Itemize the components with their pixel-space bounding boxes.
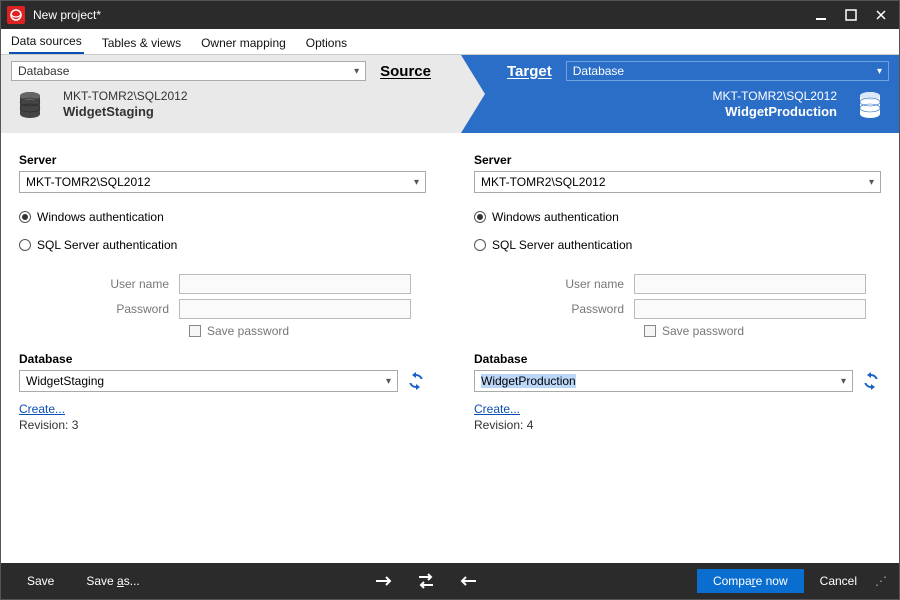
chevron-down-icon: ▾ [841, 376, 846, 387]
radio-checked-icon [19, 211, 31, 223]
body: Server MKT-TOMR2\SQL2012 ▾ Windows authe… [1, 133, 899, 563]
tab-data-sources[interactable]: Data sources [9, 30, 84, 54]
cancel-button[interactable]: Cancel [804, 569, 873, 593]
radio-unchecked-icon [474, 239, 486, 251]
source-create-link[interactable]: Create... [19, 402, 426, 416]
target-create-link[interactable]: Create... [474, 402, 881, 416]
app-icon [7, 6, 25, 24]
save-password-label: Save password [662, 324, 744, 338]
copy-left-icon[interactable] [458, 574, 478, 588]
titlebar: New project* [1, 1, 899, 29]
database-label: Database [19, 352, 426, 366]
source-target-banner: Database ▾ Source MKT-TOMR2\SQL2012 Widg… [1, 55, 899, 133]
source-auth-sql[interactable]: SQL Server authentication [19, 238, 426, 252]
tabbar: Data sources Tables & views Owner mappin… [1, 29, 899, 55]
password-label: Password [474, 302, 634, 316]
target-username-input[interactable] [634, 274, 866, 294]
source-server-combo[interactable]: MKT-TOMR2\SQL2012 ▾ [19, 171, 426, 193]
refresh-icon[interactable] [406, 371, 426, 391]
target-panel: Server MKT-TOMR2\SQL2012 ▾ Windows authe… [444, 133, 899, 563]
target-password-input[interactable] [634, 299, 866, 319]
resize-grip-icon[interactable]: ⋰ [873, 574, 889, 588]
target-database-value: WidgetProduction [481, 374, 576, 388]
checkbox-icon[interactable] [644, 325, 656, 337]
database-label: Database [474, 352, 881, 366]
source-server-value: MKT-TOMR2\SQL2012 [26, 175, 151, 189]
tab-owner-mapping[interactable]: Owner mapping [199, 32, 288, 54]
target-server-value: MKT-TOMR2\SQL2012 [481, 175, 606, 189]
source-username-input[interactable] [179, 274, 411, 294]
source-panel: Server MKT-TOMR2\SQL2012 ▾ Windows authe… [1, 133, 444, 563]
target-database-combo[interactable]: WidgetProduction ▾ [474, 370, 853, 392]
target-type-value: Database [573, 64, 624, 78]
chevron-down-icon: ▾ [869, 177, 874, 188]
chevron-down-icon: ▾ [414, 177, 419, 188]
source-database-value: WidgetStaging [26, 374, 104, 388]
maximize-button[interactable] [843, 7, 859, 23]
target-auth-sql[interactable]: SQL Server authentication [474, 238, 881, 252]
password-label: Password [19, 302, 179, 316]
radio-checked-icon [474, 211, 486, 223]
save-password-label: Save password [207, 324, 289, 338]
source-server-text: MKT-TOMR2\SQL2012 [63, 89, 188, 104]
compare-now-button[interactable]: Compare now [697, 569, 804, 593]
chevron-down-icon: ▾ [877, 66, 882, 77]
copy-right-icon[interactable] [374, 574, 394, 588]
source-auth-windows[interactable]: Windows authentication [19, 210, 426, 224]
swap-icon[interactable] [416, 572, 436, 590]
username-label: User name [474, 277, 634, 291]
main-window: New project* Data sources Tables & views… [0, 0, 900, 600]
tab-options[interactable]: Options [304, 32, 349, 54]
close-button[interactable] [873, 7, 889, 23]
checkbox-icon[interactable] [189, 325, 201, 337]
source-heading: Source [380, 63, 431, 80]
target-auth-windows[interactable]: Windows authentication [474, 210, 881, 224]
minimize-button[interactable] [813, 7, 829, 23]
target-type-dropdown[interactable]: Database ▾ [566, 61, 889, 81]
source-db-text: WidgetStaging [63, 104, 188, 120]
tab-tables-views[interactable]: Tables & views [100, 32, 183, 54]
chevron-down-icon: ▾ [386, 376, 391, 387]
target-server-combo[interactable]: MKT-TOMR2\SQL2012 ▾ [474, 171, 881, 193]
save-as-button[interactable]: Save as... [70, 569, 155, 593]
radio-unchecked-icon [19, 239, 31, 251]
bottombar: Save Save as... Compare now Cancel ⋰ [1, 563, 899, 599]
database-icon [847, 91, 881, 119]
target-revision: Revision: 4 [474, 418, 881, 432]
source-type-value: Database [18, 64, 69, 78]
chevron-down-icon: ▾ [354, 66, 359, 77]
username-label: User name [19, 277, 179, 291]
window-title: New project* [33, 8, 813, 22]
refresh-icon[interactable] [861, 371, 881, 391]
target-heading: Target [507, 63, 552, 80]
save-button[interactable]: Save [11, 569, 70, 593]
server-label: Server [474, 153, 881, 167]
source-type-dropdown[interactable]: Database ▾ [11, 61, 366, 81]
target-server-text: MKT-TOMR2\SQL2012 [713, 89, 838, 104]
source-database-combo[interactable]: WidgetStaging ▾ [19, 370, 398, 392]
target-db-text: WidgetProduction [713, 104, 838, 120]
source-revision: Revision: 3 [19, 418, 426, 432]
source-password-input[interactable] [179, 299, 411, 319]
database-icon [19, 91, 53, 119]
server-label: Server [19, 153, 426, 167]
